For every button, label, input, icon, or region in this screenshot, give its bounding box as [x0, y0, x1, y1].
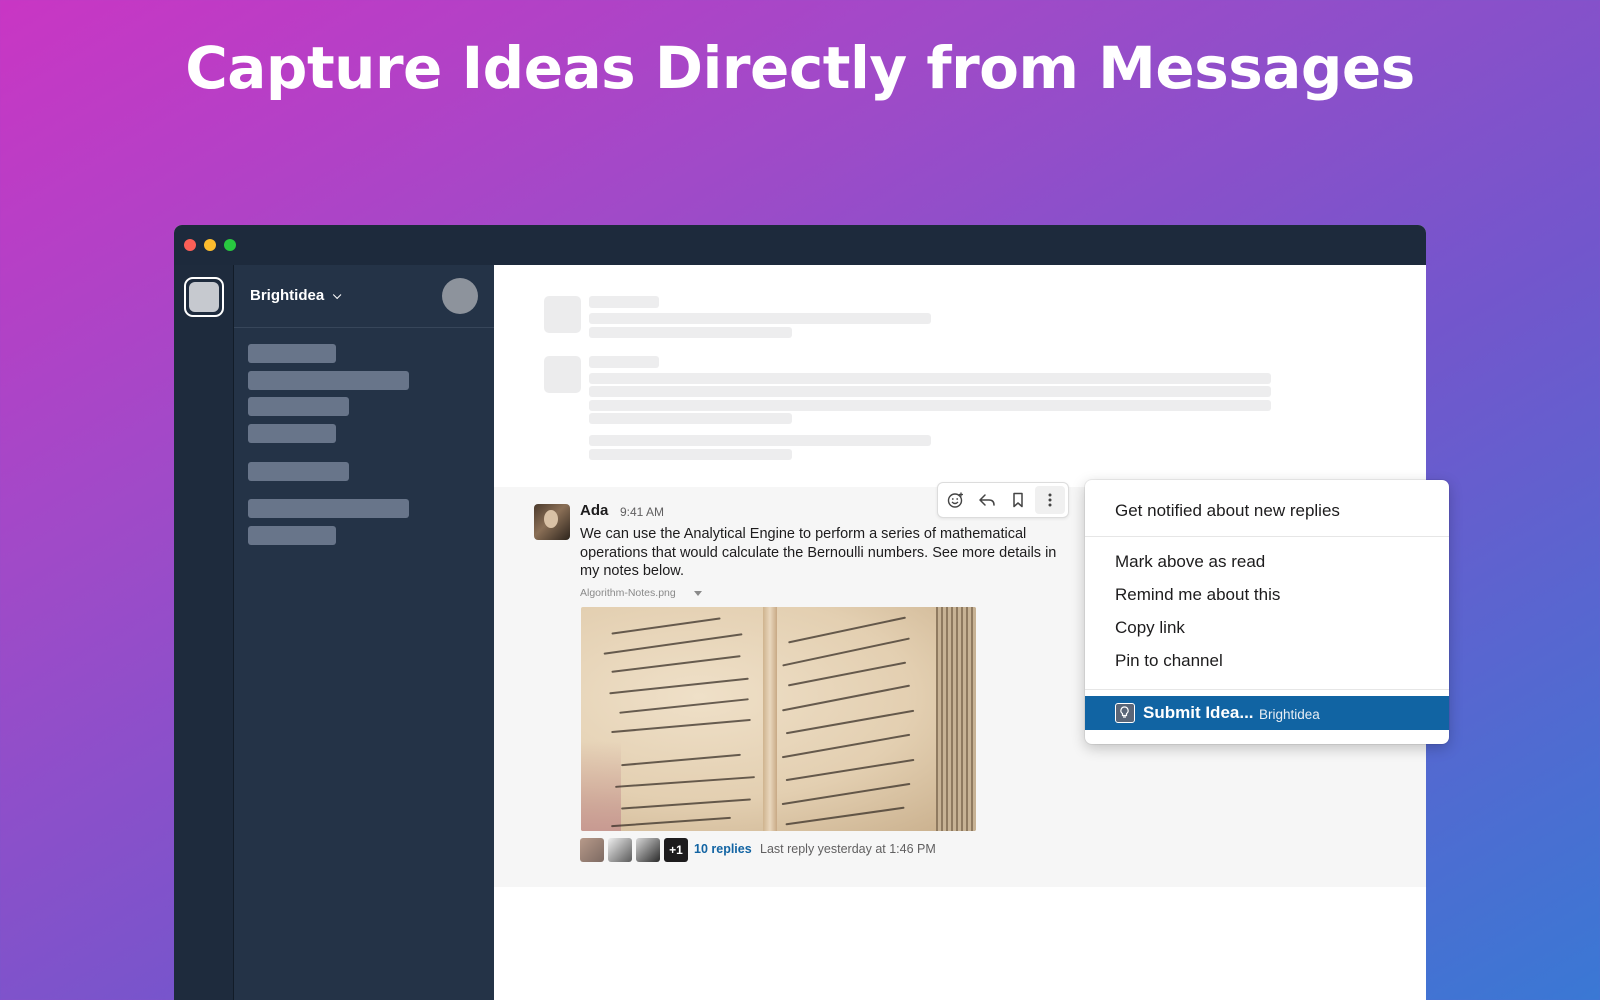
menu-item-copy-link[interactable]: Copy link: [1085, 613, 1449, 643]
workspace-switcher-icon[interactable]: [184, 277, 224, 317]
workspace-rail: [174, 265, 234, 1000]
handwriting-line: [781, 733, 911, 758]
notebook-spine: [763, 607, 777, 831]
sidebar-item-placeholder[interactable]: [248, 526, 336, 545]
menu-separator: [1085, 536, 1449, 537]
reply-in-thread-button[interactable]: [972, 486, 1002, 514]
sidebar-item-placeholder[interactable]: [248, 462, 349, 481]
participant-avatar: [608, 838, 632, 862]
handwriting-line: [785, 758, 915, 781]
handwriting-line: [603, 633, 743, 655]
bookmark-icon: [1013, 492, 1023, 508]
workspace-name-button[interactable]: Brightidea: [250, 287, 342, 304]
message-timestamp[interactable]: 9:41 AM: [620, 505, 664, 519]
placeholder-avatar: [544, 296, 581, 333]
attachment-caret-down-icon[interactable]: [694, 591, 702, 596]
workspace-icon-placeholder: [189, 282, 219, 312]
message-text: We can use the Analytical Engine to perf…: [580, 526, 1057, 579]
placeholder-line: [589, 386, 1271, 397]
sidebar-item-placeholder[interactable]: [248, 424, 336, 443]
headline: Capture Ideas Directly from Messages: [185, 34, 1415, 102]
submit-idea-app-name: Brightidea: [1259, 707, 1320, 722]
handwriting-line: [785, 806, 905, 825]
handwriting-line: [788, 616, 906, 643]
message-author-avatar[interactable]: [534, 504, 570, 540]
handwriting-line: [619, 698, 749, 714]
last-reply-text: Last reply yesterday at 1:46 PM: [760, 842, 936, 856]
menu-item-get-notified[interactable]: Get notified about new replies: [1085, 496, 1449, 526]
handwriting-line: [781, 782, 911, 805]
menu-item-mark-read[interactable]: Mark above as read: [1085, 547, 1449, 577]
handwriting-line: [611, 655, 741, 673]
handwriting-line: [782, 684, 910, 711]
chevron-down-icon: [333, 290, 342, 300]
more-actions-button[interactable]: [1035, 486, 1065, 514]
more-participants-badge: +1: [664, 838, 688, 862]
placeholder-line: [589, 296, 659, 308]
minimize-window-button[interactable]: [204, 239, 216, 251]
sidebar-header: Brightidea: [234, 265, 494, 328]
handwriting-line: [615, 776, 755, 788]
save-message-button[interactable]: [1003, 486, 1033, 514]
submit-idea-label: Submit Idea...: [1143, 703, 1254, 722]
channel-sidebar: Brightidea: [234, 265, 494, 1000]
lightbulb-icon: [1115, 703, 1135, 723]
add-reaction-button[interactable]: [941, 486, 971, 514]
menu-separator: [1085, 689, 1449, 690]
placeholder-line: [589, 313, 931, 324]
menu-item-submit-idea[interactable]: Submit Idea... Brightidea: [1085, 696, 1449, 730]
replies-link[interactable]: 10 replies: [694, 842, 752, 856]
message-author[interactable]: Ada: [580, 502, 608, 519]
handwriting-line: [785, 709, 915, 734]
notebook-page-edges: [936, 607, 976, 831]
handwriting-line: [782, 637, 910, 666]
menu-item-remind-me[interactable]: Remind me about this: [1085, 580, 1449, 610]
handwriting-line: [611, 617, 721, 635]
close-window-button[interactable]: [184, 239, 196, 251]
reply-arrow-icon: [979, 494, 995, 506]
placeholder-line: [589, 327, 792, 338]
sidebar-item-placeholder[interactable]: [248, 371, 409, 390]
zoom-window-button[interactable]: [224, 239, 236, 251]
menu-item-pin-to-channel[interactable]: Pin to channel: [1085, 646, 1449, 676]
message-actions-toolbar: [937, 482, 1069, 518]
placeholder-avatar: [544, 356, 581, 393]
handwriting-line: [787, 661, 907, 686]
placeholder-line: [589, 449, 792, 460]
handwriting-line: [609, 677, 749, 694]
sidebar-item-placeholder[interactable]: [248, 344, 336, 363]
sidebar-item-placeholder[interactable]: [248, 499, 409, 518]
user-avatar[interactable]: [442, 278, 478, 314]
placeholder-line: [589, 356, 659, 368]
participant-avatar: [636, 838, 660, 862]
handwriting-line: [621, 798, 751, 810]
message-context-menu: Get notified about new replies Mark abov…: [1085, 480, 1449, 744]
placeholder-line: [589, 435, 931, 446]
placeholder-line: [589, 413, 792, 424]
placeholder-line: [589, 400, 1271, 411]
handwriting-line: [621, 753, 741, 766]
attachment-file-name[interactable]: Algorithm-Notes.png: [580, 587, 676, 599]
sidebar-item-placeholder[interactable]: [248, 397, 349, 416]
handwriting-line: [611, 816, 731, 827]
title-bar: [174, 225, 1426, 265]
handwriting-line: [611, 718, 751, 733]
placeholder-line: [589, 373, 1271, 384]
participant-avatar: [580, 838, 604, 862]
emoji-reaction-icon: [947, 492, 963, 508]
more-vertical-icon: [1048, 493, 1052, 507]
workspace-name: Brightidea: [250, 287, 325, 304]
attachment-image[interactable]: [581, 607, 976, 831]
